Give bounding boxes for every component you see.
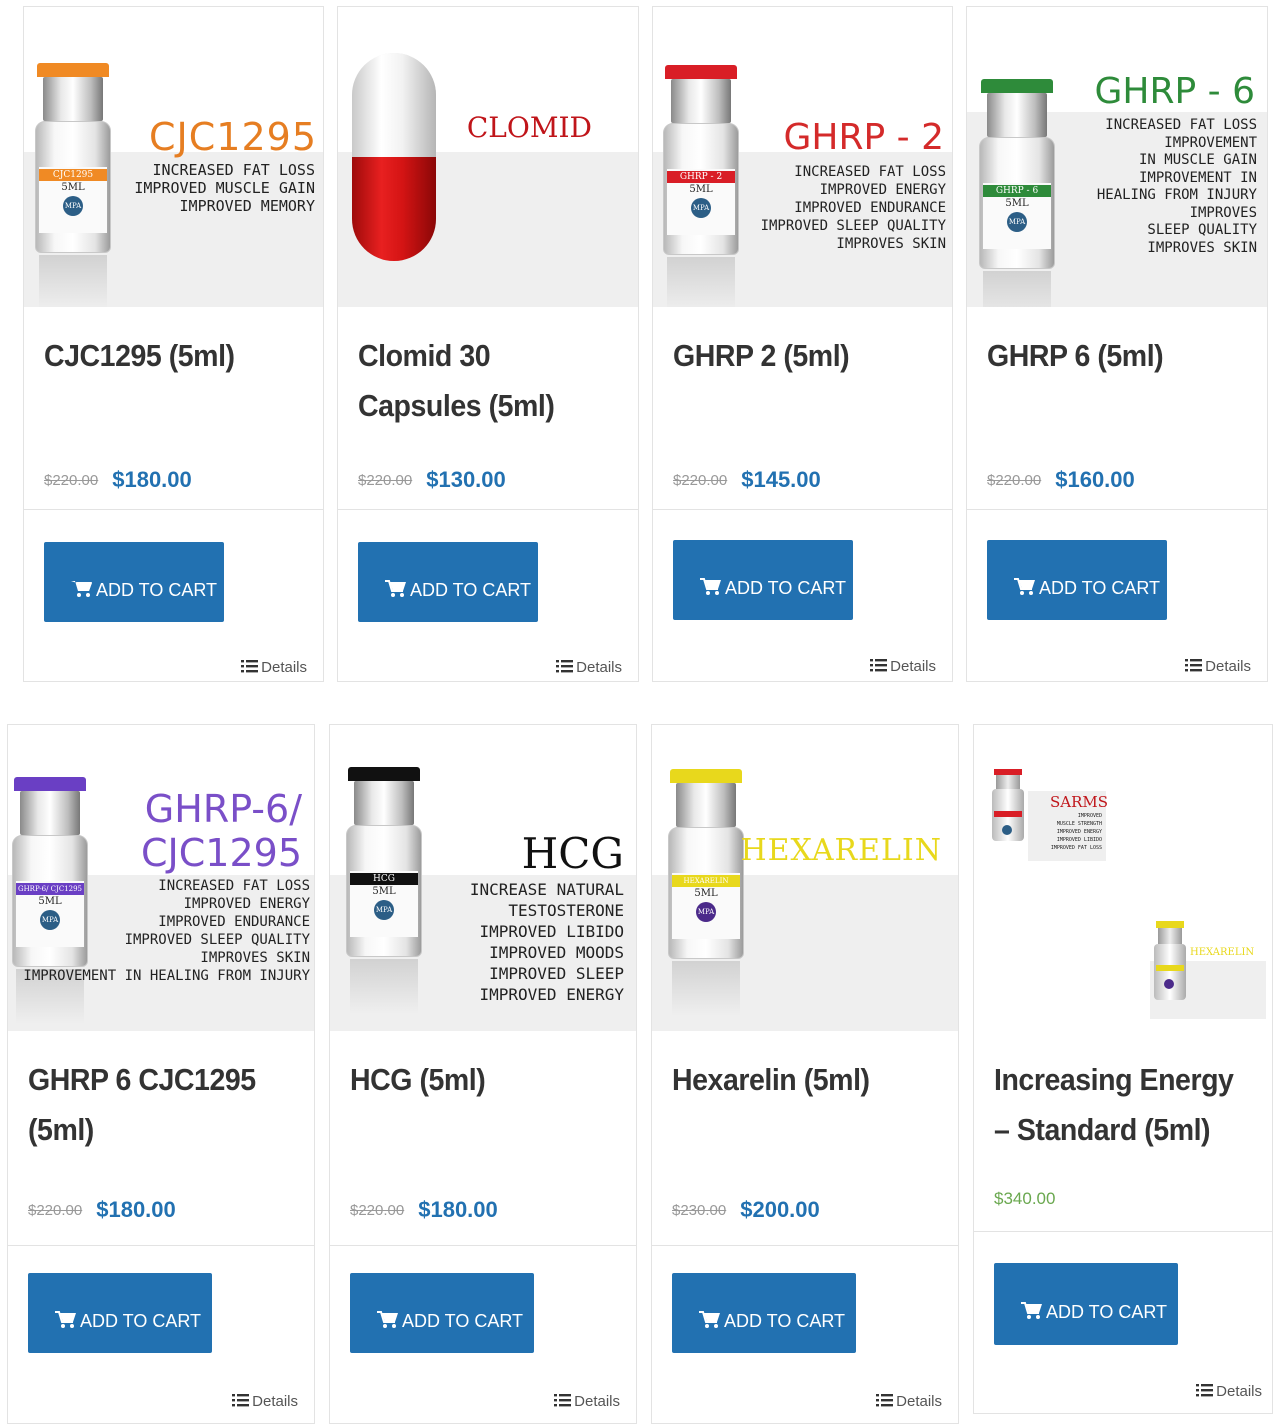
product-price: $220.00 $160.00 (987, 467, 1135, 493)
product-card: GHRP - 6 5ML MPA GHRP - 6 INCREASED FAT L… (966, 6, 1268, 682)
image-heading: CLOMID (466, 111, 592, 144)
old-price: $220.00 (28, 1201, 83, 1219)
product-title[interactable]: Hexarelin (5ml) (672, 1055, 920, 1105)
cart-icon (377, 1310, 398, 1328)
add-to-cart-button[interactable]: ADD TO CART (672, 1273, 856, 1353)
cart-icon (700, 577, 721, 595)
sale-price: $130.00 (426, 467, 506, 492)
cart-icon (71, 580, 92, 597)
old-price: $230.00 (672, 1201, 727, 1219)
product-title[interactable]: GHRP 6 (5ml) (987, 331, 1230, 381)
details-link[interactable]: Details (232, 1393, 298, 1410)
cart-icon (55, 1310, 76, 1328)
list-icon (556, 660, 574, 673)
sale-price: $180.00 (96, 1197, 176, 1222)
product-title[interactable]: CJC1295 (5ml) (44, 331, 286, 381)
product-image[interactable]: SARMS IMPROVED MUSCLE STRENGTH IMPROVED EN… (974, 725, 1272, 1031)
sarms-thumbnail: SARMS IMPROVED MUSCLE STRENGTH IMPROVED EN… (988, 765, 1108, 869)
product-image[interactable]: GHRP - 6 5ML MPA GHRP - 6 INCREASED FAT L… (967, 7, 1267, 307)
product-price: $220.00 $130.00 (358, 467, 506, 493)
image-heading: GHRP - 6 (1094, 71, 1255, 112)
list-icon (1196, 1384, 1214, 1397)
list-icon (232, 1394, 250, 1407)
image-benefits: INCREASE NATURAL TESTOSTERONE IMPROVED LIB… (469, 880, 624, 1004)
details-link[interactable]: Details (554, 1393, 620, 1410)
product-image[interactable]: HEXARELIN 5ML MPA HEXARELIN (652, 725, 958, 1031)
list-icon (1185, 659, 1203, 672)
old-price: $220.00 (44, 471, 99, 489)
details-link[interactable]: Details (870, 658, 936, 675)
image-heading: GHRP - 2 (783, 117, 944, 158)
product-title[interactable]: HCG (5ml) (350, 1055, 598, 1105)
old-price: $220.00 (987, 471, 1042, 489)
list-icon (876, 1394, 894, 1407)
add-to-cart-button[interactable]: ADD TO CART (28, 1273, 212, 1353)
sale-price: $200.00 (740, 1197, 820, 1222)
image-heading: CJC1295 (149, 115, 317, 159)
add-to-cart-button[interactable]: ADD TO CART (994, 1263, 1178, 1345)
product-image[interactable]: HCG 5ML MPA HCG INCREASE NATURAL TESTOSTER… (330, 725, 636, 1031)
image-benefits: INCREASED FAT LOSS IMPROVED ENERGY IMPROVE… (760, 164, 946, 252)
add-to-cart-button[interactable]: ADD TO CART (358, 542, 538, 622)
product-title[interactable]: Clomid 30 Capsules (5ml) (358, 331, 601, 431)
product-title[interactable]: GHRP 6 CJC1295 (5ml) (28, 1055, 276, 1155)
product-image[interactable]: CJC1295 5ML MPA CJC1295 INCREASED FAT LOS… (24, 7, 323, 307)
product-price: $220.00 $180.00 (44, 467, 192, 493)
image-heading: GHRP-6/CJC1295 (141, 787, 302, 875)
image-benefits: INCREASED FAT LOSS IMPROVED ENERGY IMPROVE… (23, 878, 310, 984)
sale-price: $180.00 (418, 1197, 498, 1222)
capsule-image (352, 53, 436, 261)
product-image[interactable]: GHRP-6/ CJC1295 5ML MPA GHRP-6/CJC1295 IN… (8, 725, 314, 1031)
image-heading: HCG (521, 829, 624, 878)
old-price: $220.00 (358, 471, 413, 489)
product-price: $220.00 $180.00 (28, 1197, 176, 1223)
product-title[interactable]: Increasing Energy – Standard (5ml) (994, 1055, 1235, 1155)
product-card: HEXARELIN 5ML MPA HEXARELIN Hexarelin (5m… (651, 724, 959, 1424)
old-price: $220.00 (673, 471, 728, 489)
product-card: SARMS IMPROVED MUSCLE STRENGTH IMPROVED EN… (973, 724, 1273, 1414)
cart-icon (1014, 577, 1035, 595)
product-card: GHRP - 2 5ML MPA GHRP - 2 INCREASED FAT L… (652, 6, 953, 682)
product-card: CLOMID Clomid 30 Capsules (5ml) $220.00 $… (337, 6, 639, 682)
product-price: $220.00 $145.00 (673, 467, 821, 493)
product-card: GHRP-6/ CJC1295 5ML MPA GHRP-6/CJC1295 IN… (7, 724, 315, 1424)
product-price: $230.00 $200.00 (672, 1197, 820, 1223)
product-title[interactable]: GHRP 2 (5ml) (673, 331, 915, 381)
add-to-cart-button[interactable]: ADD TO CART (673, 540, 853, 620)
image-benefits: INCREASED FAT LOSS IMPROVED MUSCLE GAIN IM… (134, 161, 315, 215)
details-link[interactable]: Details (1196, 1383, 1262, 1400)
hexarelin-thumbnail: HEXARELIN (1150, 921, 1266, 1021)
price: $340.00 (994, 1189, 1056, 1208)
list-icon (241, 660, 259, 673)
details-link[interactable]: Details (876, 1393, 942, 1410)
product-image[interactable]: CLOMID (338, 7, 638, 307)
list-icon (554, 1394, 572, 1407)
image-benefits: INCREASED FAT LOSS IMPROVEMENT IN MUSCLE G… (1096, 117, 1257, 256)
product-price: $340.00 (994, 1189, 1055, 1209)
details-link[interactable]: Details (1185, 658, 1251, 675)
sale-price: $145.00 (741, 467, 821, 492)
product-card: HCG 5ML MPA HCG INCREASE NATURAL TESTOSTER… (329, 724, 637, 1424)
product-price: $220.00 $180.00 (350, 1197, 498, 1223)
cart-icon (699, 1310, 720, 1328)
details-link[interactable]: Details (556, 659, 622, 676)
product-card: CJC1295 5ML MPA CJC1295 INCREASED FAT LOS… (23, 6, 324, 682)
sale-price: $180.00 (112, 467, 192, 492)
add-to-cart-button[interactable]: ADD TO CART (987, 540, 1167, 620)
sale-price: $160.00 (1055, 467, 1135, 492)
cart-icon (385, 579, 406, 597)
product-image[interactable]: GHRP - 2 5ML MPA GHRP - 2 INCREASED FAT L… (653, 7, 952, 307)
list-icon (870, 659, 888, 672)
image-heading: HEXARELIN (740, 833, 942, 868)
cart-icon (1021, 1301, 1042, 1319)
add-to-cart-button[interactable]: ADD TO CART (44, 542, 224, 622)
old-price: $220.00 (350, 1201, 405, 1219)
add-to-cart-button[interactable]: ADD TO CART (350, 1273, 534, 1353)
details-link[interactable]: Details (241, 659, 307, 676)
